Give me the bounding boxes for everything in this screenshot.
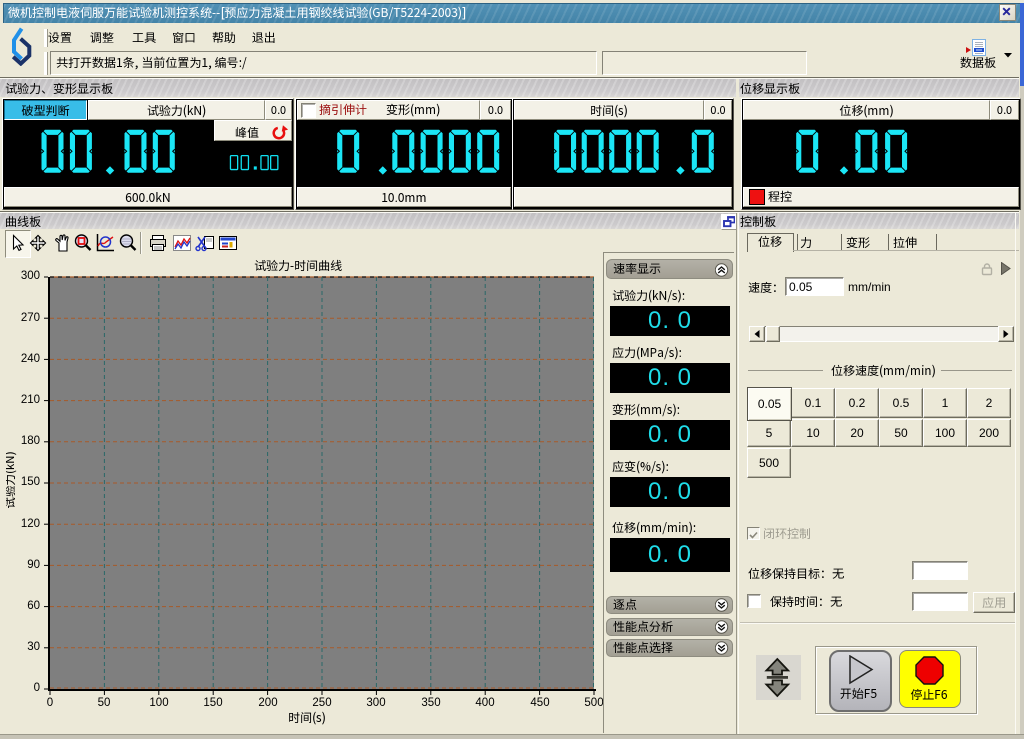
svg-text:试验力(kN): 试验力(kN)	[6, 452, 18, 509]
